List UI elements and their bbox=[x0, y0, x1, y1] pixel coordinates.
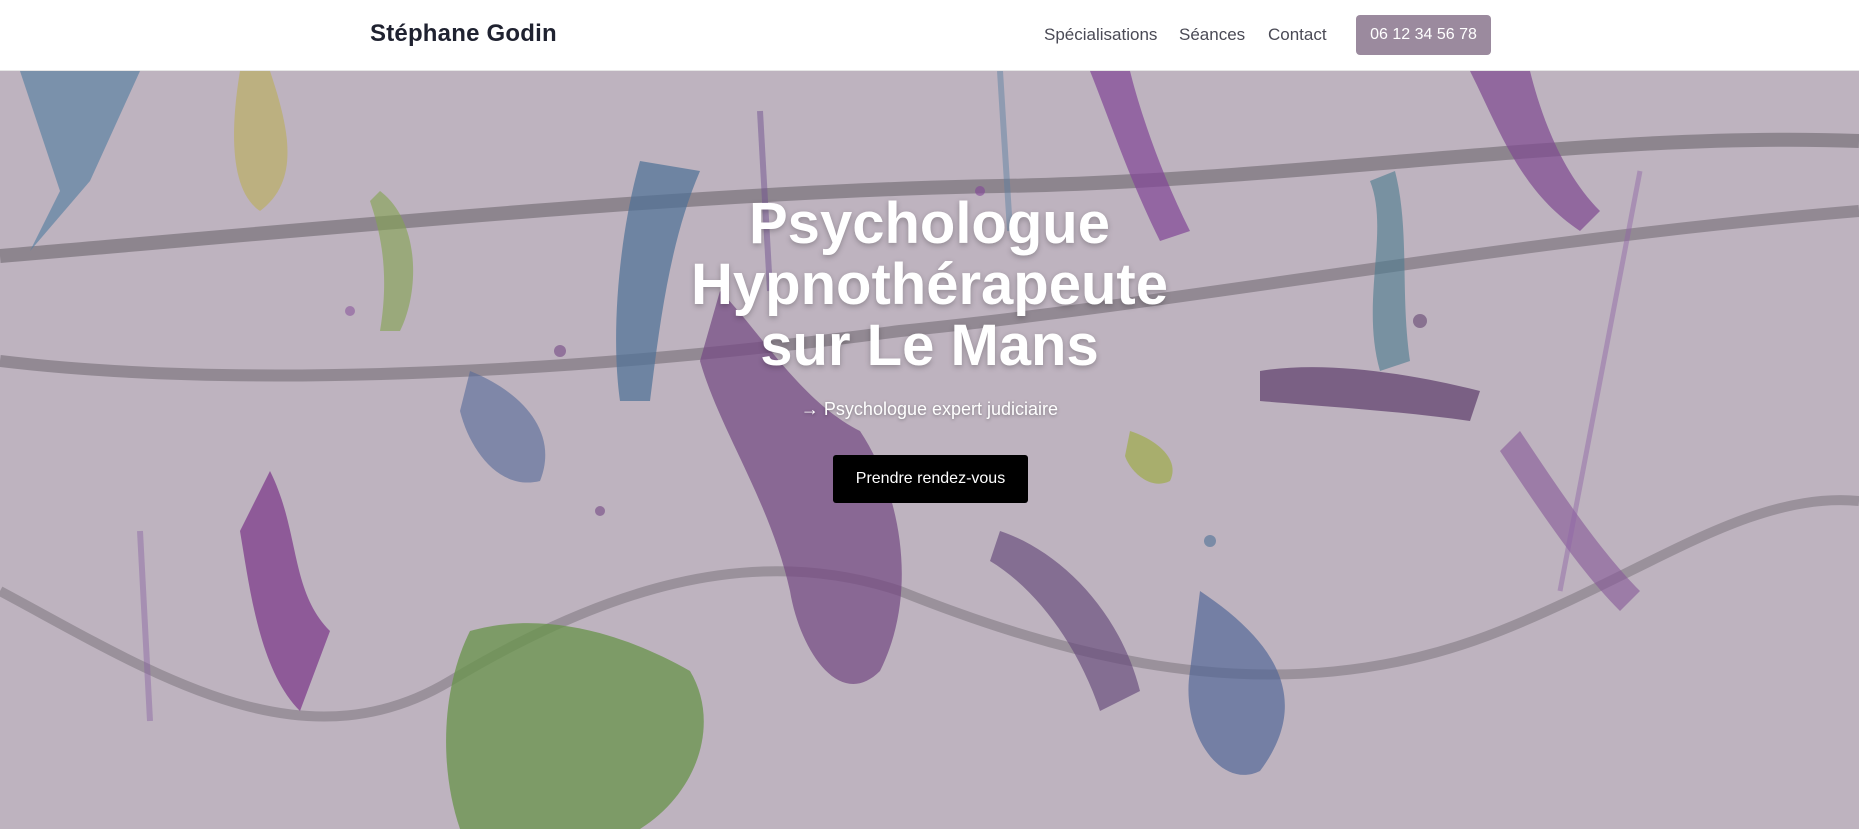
nav-link-seances[interactable]: Séances bbox=[1179, 25, 1245, 45]
book-appointment-button[interactable]: Prendre rendez-vous bbox=[833, 455, 1028, 503]
hero-title-line-3: sur Le Mans bbox=[760, 313, 1099, 378]
site-header: Stéphane Godin Spécialisations Séances C… bbox=[0, 0, 1859, 71]
hero-subtitle: → Psychologue expert judiciaire bbox=[800, 399, 1059, 419]
hero-title-line-2: Hypnothérapeute bbox=[691, 252, 1168, 317]
site-brand[interactable]: Stéphane Godin bbox=[370, 20, 557, 48]
hero-title-line-1: Psychologue bbox=[749, 191, 1110, 256]
phone-button[interactable]: 06 12 34 56 78 bbox=[1356, 15, 1491, 55]
nav-link-specialisations[interactable]: Spécialisations bbox=[1044, 25, 1157, 45]
hero-title: Psychologue Hypnothérapeute sur Le Mans bbox=[0, 193, 1859, 376]
nav-link-contact[interactable]: Contact bbox=[1268, 25, 1327, 45]
hero-overlay bbox=[0, 71, 1859, 829]
hero-section: Psychologue Hypnothérapeute sur Le Mans … bbox=[0, 71, 1859, 829]
